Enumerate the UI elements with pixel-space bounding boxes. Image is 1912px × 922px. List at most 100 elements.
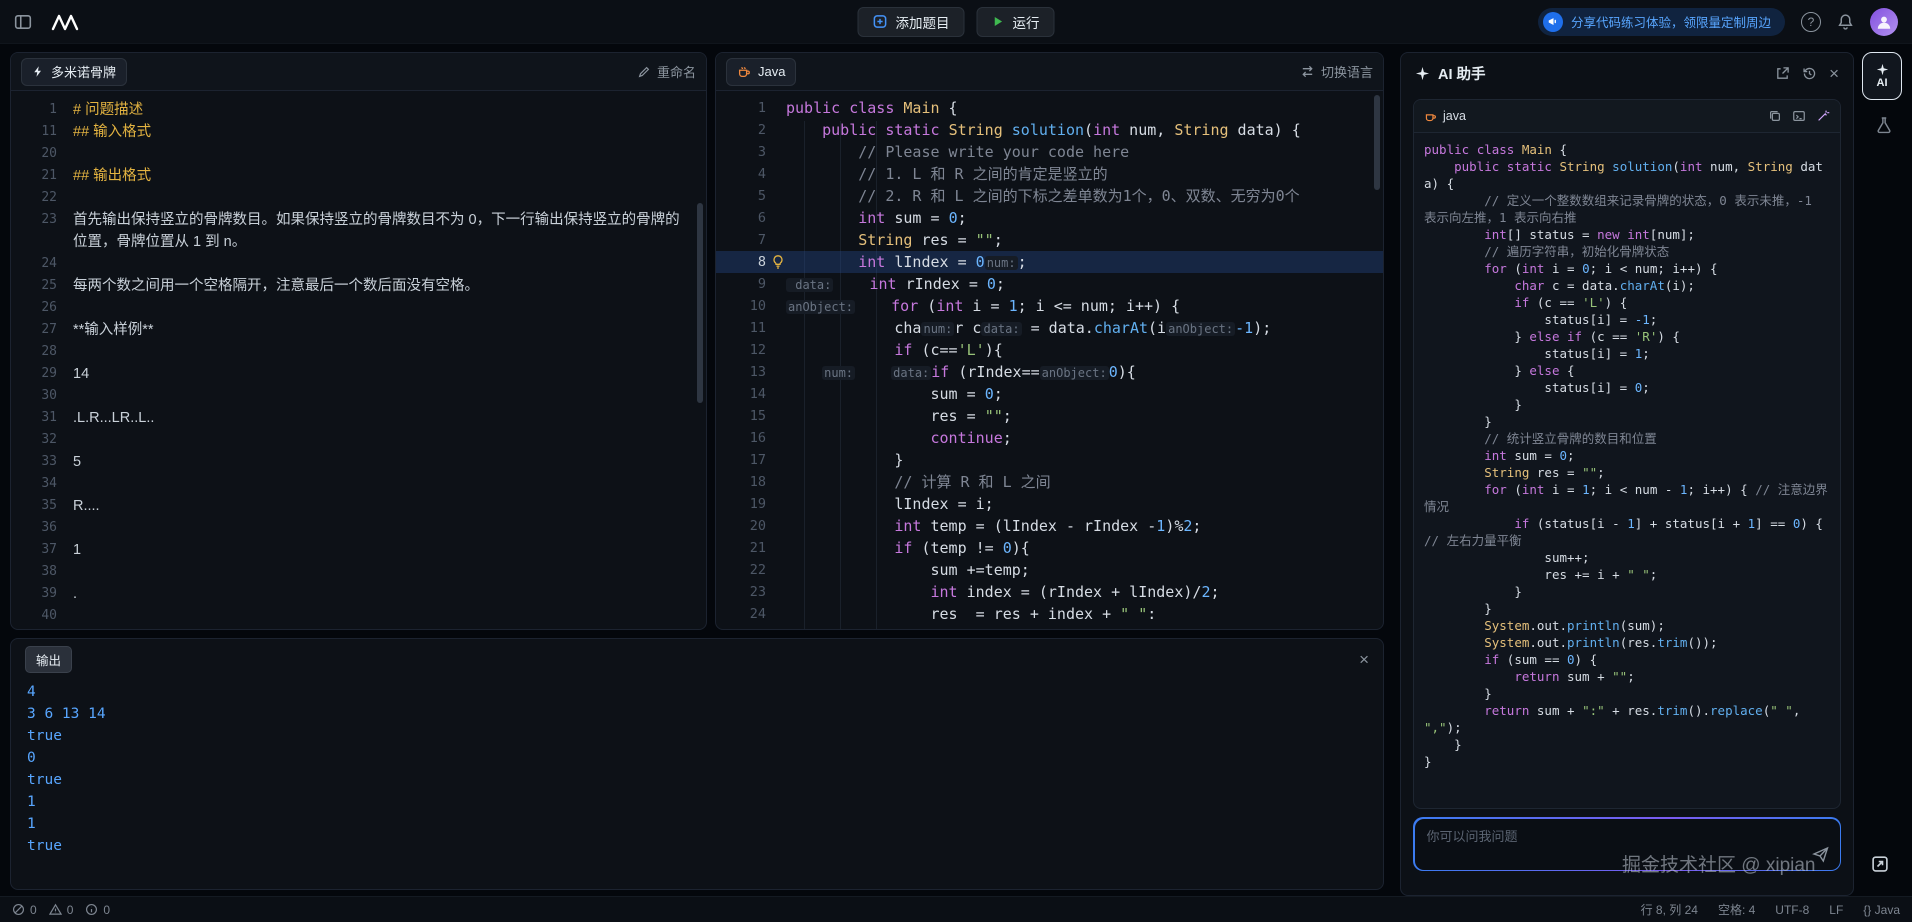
- warnings-indicator[interactable]: 0: [49, 903, 74, 917]
- switch-language-button[interactable]: 切换语言: [1300, 62, 1373, 81]
- promo-banner[interactable]: 分享代码练习体验，领限量定制周边: [1538, 8, 1785, 36]
- line-number: 33: [11, 451, 73, 473]
- statusbar-item[interactable]: UTF-8: [1775, 901, 1809, 918]
- statusbar-item[interactable]: LF: [1829, 901, 1843, 918]
- output-console: 43 6 13 14true0true11true: [11, 679, 1383, 859]
- markdown-line[interactable]: 27**输入样例**: [11, 319, 706, 341]
- editor-line[interactable]: 15 res = "";: [716, 405, 1383, 427]
- markdown-line[interactable]: 34: [11, 473, 706, 495]
- editor-line[interactable]: 9 data: int rIndex = 0;: [716, 273, 1383, 295]
- sidebar-toggle-icon[interactable]: [14, 13, 32, 31]
- app-logo-icon[interactable]: [50, 13, 80, 31]
- markdown-line[interactable]: 1# 问题描述: [11, 99, 706, 121]
- line-number: 35: [11, 495, 73, 517]
- scrollbar-thumb[interactable]: [1374, 95, 1380, 190]
- editor-line[interactable]: 19 lIndex = i;: [716, 493, 1383, 515]
- editor-line[interactable]: 4 // 1. L 和 R 之间的肯定是竖立的: [716, 163, 1383, 185]
- statusbar-item[interactable]: {} Java: [1863, 901, 1900, 918]
- line-number: 9: [716, 273, 786, 295]
- open-window-icon[interactable]: [1870, 854, 1890, 874]
- editor-line[interactable]: 10anObject: for (int i = 1; i <= num; i+…: [716, 295, 1383, 317]
- problem-title-badge[interactable]: 多米诺骨牌: [21, 58, 127, 86]
- markdown-line[interactable]: 335: [11, 451, 706, 473]
- editor-line[interactable]: 16 continue;: [716, 427, 1383, 449]
- markdown-line[interactable]: 31.L.R...LR..L..: [11, 407, 706, 429]
- editor-line[interactable]: 12 if (c=='L'){: [716, 339, 1383, 361]
- info-indicator[interactable]: 0: [85, 903, 110, 917]
- editor-line[interactable]: 20 int temp = (lIndex - rIndex -1)%2;: [716, 515, 1383, 537]
- markdown-line[interactable]: 26: [11, 297, 706, 319]
- output-line: 0: [27, 747, 1367, 769]
- markdown-line[interactable]: 35R....: [11, 495, 706, 517]
- markdown-line[interactable]: 32: [11, 429, 706, 451]
- markdown-line[interactable]: 25每两个数之间用一个空格隔开，注意最后一个数后面没有空格。: [11, 275, 706, 297]
- run-button[interactable]: 运行: [977, 7, 1055, 37]
- editor-line[interactable]: 5 // 2. R 和 L 之间的下标之差单数为1个，0、双数、无穷为0个: [716, 185, 1383, 207]
- markdown-line[interactable]: 28: [11, 341, 706, 363]
- markdown-line[interactable]: 371: [11, 539, 706, 561]
- editor-line[interactable]: 13 num: data:if (rIndex==anObject:0){: [716, 361, 1383, 383]
- statusbar-item[interactable]: 空格: 4: [1718, 901, 1755, 918]
- markdown-line[interactable]: 11## 输入格式: [11, 121, 706, 143]
- help-icon[interactable]: ?: [1801, 12, 1821, 32]
- editor-line[interactable]: 2 public static String solution(int num,…: [716, 119, 1383, 141]
- info-count: 0: [103, 903, 110, 917]
- markdown-line[interactable]: 39.: [11, 583, 706, 605]
- language-badge[interactable]: Java: [726, 58, 796, 86]
- editor-line[interactable]: 23 int index = (rIndex + lIndex)/2;: [716, 581, 1383, 603]
- markdown-text: [73, 341, 706, 363]
- close-icon[interactable]: ×: [1359, 651, 1369, 668]
- close-icon[interactable]: ×: [1829, 65, 1839, 82]
- bell-icon[interactable]: [1837, 13, 1854, 30]
- markdown-line[interactable]: 30: [11, 385, 706, 407]
- markdown-line[interactable]: 21## 输出格式: [11, 165, 706, 187]
- flask-icon[interactable]: [1875, 116, 1893, 134]
- editor-line[interactable]: 6 int sum = 0;: [716, 207, 1383, 229]
- rename-button[interactable]: 重命名: [637, 62, 696, 81]
- markdown-line[interactable]: 24: [11, 253, 706, 275]
- editor-line[interactable]: 24 res = res + index + " ":: [716, 603, 1383, 625]
- ai-toggle-button[interactable]: AI: [1862, 52, 1902, 100]
- markdown-text: # 问题描述: [73, 99, 706, 121]
- ai-question-input[interactable]: [1421, 824, 1796, 850]
- output-panel: 输出 × 43 6 13 14true0true11true: [10, 638, 1384, 890]
- markdown-text: [73, 561, 706, 583]
- markdown-line[interactable]: 38: [11, 561, 706, 583]
- markdown-line[interactable]: 40: [11, 605, 706, 627]
- editor-line[interactable]: 3 // Please write your code here: [716, 141, 1383, 163]
- editor-line[interactable]: 22 sum +=temp;: [716, 559, 1383, 581]
- editor-line[interactable]: 7 String res = "";: [716, 229, 1383, 251]
- markdown-line[interactable]: 2914: [11, 363, 706, 385]
- markdown-line[interactable]: 23首先输出保持竖立的骨牌数目。如果保持竖立的骨牌数目不为 0，下一行输出保持竖…: [11, 209, 706, 253]
- export-icon[interactable]: [1775, 66, 1790, 81]
- editor-line[interactable]: 1public class Main {: [716, 97, 1383, 119]
- problem-markdown-editor[interactable]: 1# 问题描述11## 输入格式2021## 输出格式2223首先输出保持竖立的…: [11, 91, 706, 630]
- history-icon[interactable]: [1802, 66, 1817, 81]
- editor-line[interactable]: 21 if (temp != 0){: [716, 537, 1383, 559]
- send-icon[interactable]: [1812, 845, 1830, 863]
- ai-input-container: [1413, 817, 1841, 871]
- copy-icon[interactable]: [1768, 109, 1782, 123]
- markdown-line[interactable]: 20: [11, 143, 706, 165]
- editor-line[interactable]: 17 }: [716, 449, 1383, 471]
- markdown-line[interactable]: 22: [11, 187, 706, 209]
- markdown-text: [73, 473, 706, 495]
- wand-icon[interactable]: [1816, 109, 1830, 123]
- ai-code-line: }: [1424, 396, 1830, 413]
- statusbar-item[interactable]: 行 8, 列 24: [1641, 901, 1698, 918]
- errors-indicator[interactable]: 0: [12, 903, 37, 917]
- insert-code-icon[interactable]: [1792, 109, 1806, 123]
- avatar[interactable]: [1870, 8, 1898, 36]
- editor-line[interactable]: 8 int lIndex = 0num:;: [716, 251, 1383, 273]
- markdown-line[interactable]: 36: [11, 517, 706, 539]
- add-problem-button[interactable]: 添加题目: [858, 7, 965, 37]
- editor-line[interactable]: 18 // 计算 R 和 L 之间: [716, 471, 1383, 493]
- editor-line[interactable]: 11 chanum:r cdata: = data.charAt(ianObje…: [716, 317, 1383, 339]
- markdown-text: R....: [73, 495, 706, 517]
- scrollbar-thumb[interactable]: [697, 203, 703, 403]
- editor-line[interactable]: 14 sum = 0;: [716, 383, 1383, 405]
- ai-code-line: return sum + ":" + res.trim().replace(" …: [1424, 702, 1830, 736]
- code-editor[interactable]: 1public class Main {2 public static Stri…: [716, 91, 1383, 630]
- warnings-count: 0: [67, 903, 74, 917]
- quickfix-bulb-icon[interactable]: [770, 254, 786, 270]
